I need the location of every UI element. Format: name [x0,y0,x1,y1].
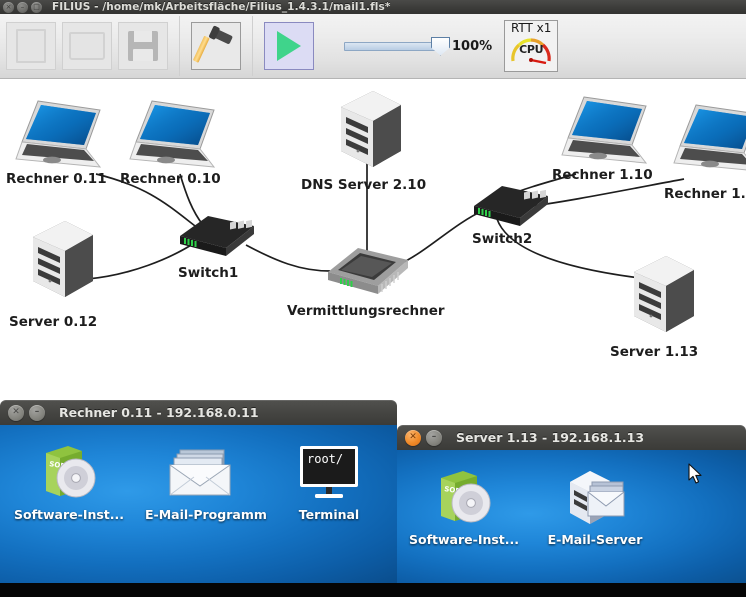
toolbar: 100% RTT x1 CPU [0,14,746,79]
toolbar-separator-1 [179,16,180,76]
node-label-rechner-0-11: Rechner 0.11 [6,171,107,187]
close-icon[interactable]: × [3,1,14,13]
play-icon [277,31,301,61]
desktop-title-rechner-0-11: Rechner 0.11 - 192.168.0.11 [59,405,259,420]
svg-text:root/: root/ [307,452,343,466]
desktop-window-server-1-13[interactable]: ✕ – Server 1.13 - 192.168.1.13 SOFTWARE … [397,425,746,583]
desktop-icon-label-terminal: Terminal [298,507,360,522]
maximize-icon[interactable]: □ [31,1,42,13]
close-icon[interactable]: ✕ [8,404,24,421]
simulation-mode-button[interactable] [264,22,314,70]
node-dns-server-2-10[interactable] [333,89,409,177]
node-switch1[interactable] [176,210,258,260]
desktop-window-controls-2: ✕ – [405,429,442,446]
node-label-dns-server-2-10: DNS Server 2.10 [301,177,427,193]
hammer-icon [192,28,234,63]
node-rechner-0-10[interactable] [128,97,220,175]
network-canvas[interactable]: Rechner 0.11 Rechner 0.10 Rechner 1.10 R… [0,79,746,400]
desktop-icon-label-software-installer: Software-Inst... [14,507,125,522]
cpu-label: CPU [519,43,544,57]
desktop-title-server-1-13: Server 1.13 - 192.168.1.13 [456,430,645,445]
open-file-button[interactable] [62,22,112,70]
save-floppy-icon [128,31,158,61]
desktop-icon-software-installer[interactable]: SOFTWARE Software-Inst... [14,439,124,522]
desktop-body-rechner-0-11[interactable]: SOFTWARE Software-Inst... E-Ma [0,425,397,583]
node-label-switch1: Switch1 [178,265,239,281]
minimize-icon[interactable]: – [17,1,28,13]
node-vermittlungsrechner[interactable] [324,242,414,300]
zoom-value-label: 100% [452,38,493,54]
node-server-1-13[interactable] [626,254,702,342]
node-label-server-0-12: Server 0.12 [9,314,98,330]
node-server-0-12[interactable] [25,219,101,307]
close-icon[interactable]: ✕ [405,429,421,446]
desktop-window-controls-1: ✕ – [8,404,45,421]
minimize-icon[interactable]: – [29,404,45,421]
desktop-window-rechner-0-11[interactable]: ✕ – Rechner 0.11 - 192.168.0.11 SOFTWARE… [0,400,397,583]
cpu-gauge-icon: CPU [508,34,554,65]
desktop-icon-label-email-server: E-Mail-Server [547,532,643,547]
desktop-icon-email-server[interactable]: E-Mail-Server [540,464,650,547]
terminal-icon: root/ [274,439,384,503]
desktop-titlebar-rechner-0-11[interactable]: ✕ – Rechner 0.11 - 192.168.0.11 [0,400,397,425]
node-label-server-1-13: Server 1.13 [610,344,699,360]
node-label-rechner-1-11: Rechner 1. [664,186,746,202]
node-rechner-0-11[interactable] [14,97,106,175]
node-rechner-1-10[interactable] [560,93,652,171]
zoom-slider[interactable]: 100% [344,36,493,56]
zoom-slider-knob[interactable] [431,36,450,56]
rtt-cpu-button[interactable]: RTT x1 CPU [504,20,559,72]
node-label-rechner-0-10: Rechner 0.10 [120,171,221,187]
toolbar-separator-2 [252,16,253,76]
window-controls: × – □ [3,1,42,13]
app-title: FILIUS - /home/mk/Arbeitsfläche/Filius_1… [52,1,391,13]
zoom-slider-track[interactable] [344,41,436,51]
node-label-vermittlungsrechner: Vermittlungsrechner [287,303,445,319]
design-mode-button[interactable] [191,22,241,70]
software-box-icon: SOFTWARE [14,439,124,503]
node-label-switch2: Switch2 [472,231,533,247]
new-file-button[interactable] [6,22,56,70]
software-box-icon: SOFTWARE [409,464,519,528]
desktop-titlebar-server-1-13[interactable]: ✕ – Server 1.13 - 192.168.1.13 [397,425,746,450]
desktop-icon-label-email-client: E-Mail-Programm [145,507,267,522]
desktop-icon-software-installer-2[interactable]: SOFTWARE Software-Inst... [409,464,519,547]
save-file-button[interactable] [118,22,168,70]
node-label-rechner-1-10: Rechner 1.10 [552,167,653,183]
main-window-titlebar: × – □ FILIUS - /home/mk/Arbeitsfläche/Fi… [0,0,746,14]
node-rechner-1-11[interactable] [672,101,746,179]
desktop-icon-label-software-installer-2: Software-Inst... [409,532,520,547]
desktop-icon-email-client[interactable]: E-Mail-Programm [145,439,267,522]
desktop-icon-terminal[interactable]: root/ Terminal [274,439,384,522]
open-folder-icon [69,32,105,60]
envelope-icon [145,439,255,503]
bottom-band [0,583,746,597]
new-file-icon [16,29,46,63]
minimize-icon[interactable]: – [426,429,442,446]
mouse-cursor [688,463,702,484]
mail-server-icon [540,464,650,528]
node-switch2[interactable] [470,180,552,230]
